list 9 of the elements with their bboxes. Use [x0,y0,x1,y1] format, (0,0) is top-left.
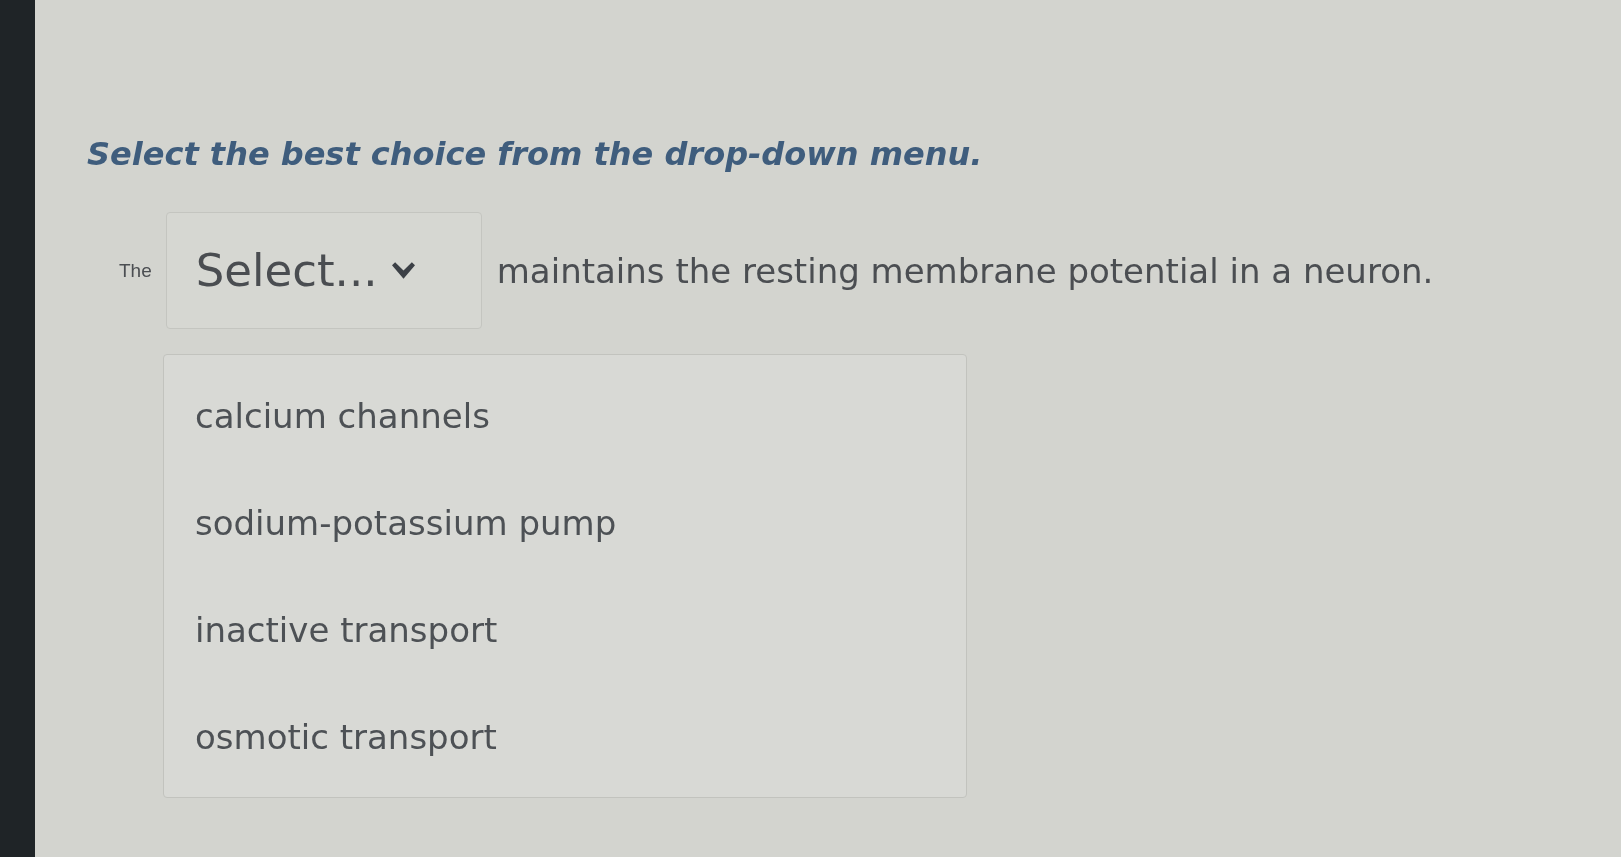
dropdown-option[interactable]: sodium-potassium pump [164,469,966,576]
question-text: maintains the resting membrane potential in a neuron. [496,250,1434,291]
instruction-text: Select the best choice from the drop-down menu. [87,134,983,174]
question-text: The [119,259,152,282]
dropdown-select[interactable]: Select... [165,212,482,329]
dropdown-option[interactable]: inactive transport [164,576,966,683]
chevron-down-icon [391,262,415,279]
dropdown-option[interactable]: osmotic transport [164,683,966,790]
dropdown-option[interactable]: calcium channels [164,362,966,469]
